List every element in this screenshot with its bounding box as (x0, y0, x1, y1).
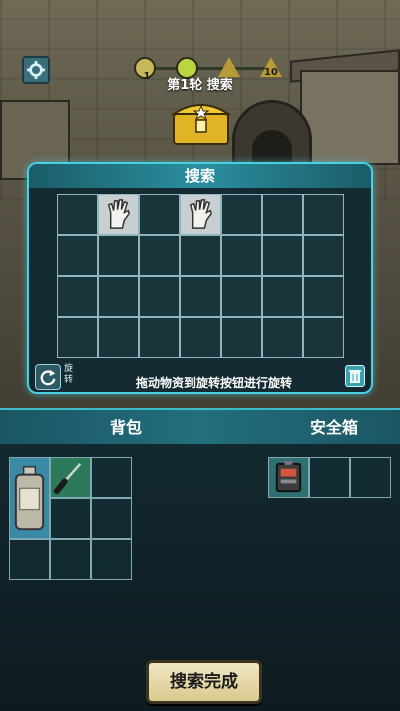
grid-cell[interactable] (57, 235, 98, 276)
safebox-title: 安全箱 (309, 418, 358, 437)
grid-cell[interactable] (262, 317, 303, 358)
battery-box-item[interactable] (268, 457, 309, 498)
grid-cell[interactable] (180, 317, 221, 358)
grid-cell[interactable] (303, 276, 344, 317)
round-title: 第1轮 搜索 (167, 78, 233, 93)
rotate-label: 旋转 (64, 364, 74, 385)
grid-cell[interactable] (303, 317, 344, 358)
rotate-hint-text: 拖动物资到旋转按钮进行旋转 (135, 376, 292, 390)
grid-cell[interactable] (262, 276, 303, 317)
search-panel: 搜索 旋转 拖动物资到旋转按钮进行旋转 (27, 162, 373, 394)
grid-cell[interactable] (139, 276, 180, 317)
flask-item[interactable] (9, 457, 50, 539)
grid-cell[interactable] (57, 276, 98, 317)
safe-cell[interactable] (350, 457, 391, 498)
round-node-number: 10 (264, 67, 278, 78)
battery-box-icon (275, 460, 302, 493)
grid-cell[interactable] (139, 317, 180, 358)
bag-cell[interactable] (91, 457, 132, 498)
backpack-title: 背包 (109, 418, 142, 437)
glove-item[interactable] (180, 194, 221, 235)
grid-cell[interactable] (139, 194, 180, 235)
search-panel-title: 搜索 (29, 164, 371, 188)
grid-cell[interactable] (98, 276, 139, 317)
rotate-button[interactable] (35, 364, 61, 390)
glove-icon (107, 199, 131, 229)
shack (300, 70, 400, 165)
grid-cell[interactable] (262, 194, 303, 235)
round-node-10: 10 (260, 57, 282, 78)
glove-item[interactable] (98, 194, 139, 235)
grid-cell[interactable] (221, 276, 262, 317)
grid-cell[interactable] (221, 235, 262, 276)
grid-cell[interactable] (57, 317, 98, 358)
grid-cell[interactable] (221, 317, 262, 358)
grid-cell[interactable] (98, 317, 139, 358)
trash-icon (349, 370, 361, 383)
grid-cell[interactable] (221, 194, 262, 235)
grid-cell[interactable] (303, 235, 344, 276)
bag-cell[interactable] (50, 498, 91, 539)
search-complete-button[interactable]: 搜索完成 (146, 660, 262, 704)
bag-cell[interactable] (50, 539, 91, 580)
discard-button[interactable] (345, 365, 365, 387)
search-grid (57, 194, 344, 358)
settings-button[interactable] (22, 56, 50, 84)
bag-cell[interactable] (91, 498, 132, 539)
screwdriver-icon (53, 463, 82, 495)
bag-cell[interactable] (91, 539, 132, 580)
grid-cell[interactable] (57, 194, 98, 235)
grid-cell[interactable] (262, 235, 303, 276)
rotate-icon (40, 369, 56, 386)
glove-icon (189, 199, 213, 229)
grid-cell[interactable] (180, 276, 221, 317)
grid-cell[interactable] (98, 235, 139, 276)
flask-icon (14, 466, 45, 531)
bag-cell[interactable] (9, 539, 50, 580)
treasure-chest-icon (170, 104, 232, 145)
screwdriver-item[interactable] (50, 457, 91, 498)
grid-cell[interactable] (303, 194, 344, 235)
gear-icon (27, 61, 45, 79)
safe-cell[interactable] (309, 457, 350, 498)
grid-cell[interactable] (180, 235, 221, 276)
grid-cell[interactable] (139, 235, 180, 276)
